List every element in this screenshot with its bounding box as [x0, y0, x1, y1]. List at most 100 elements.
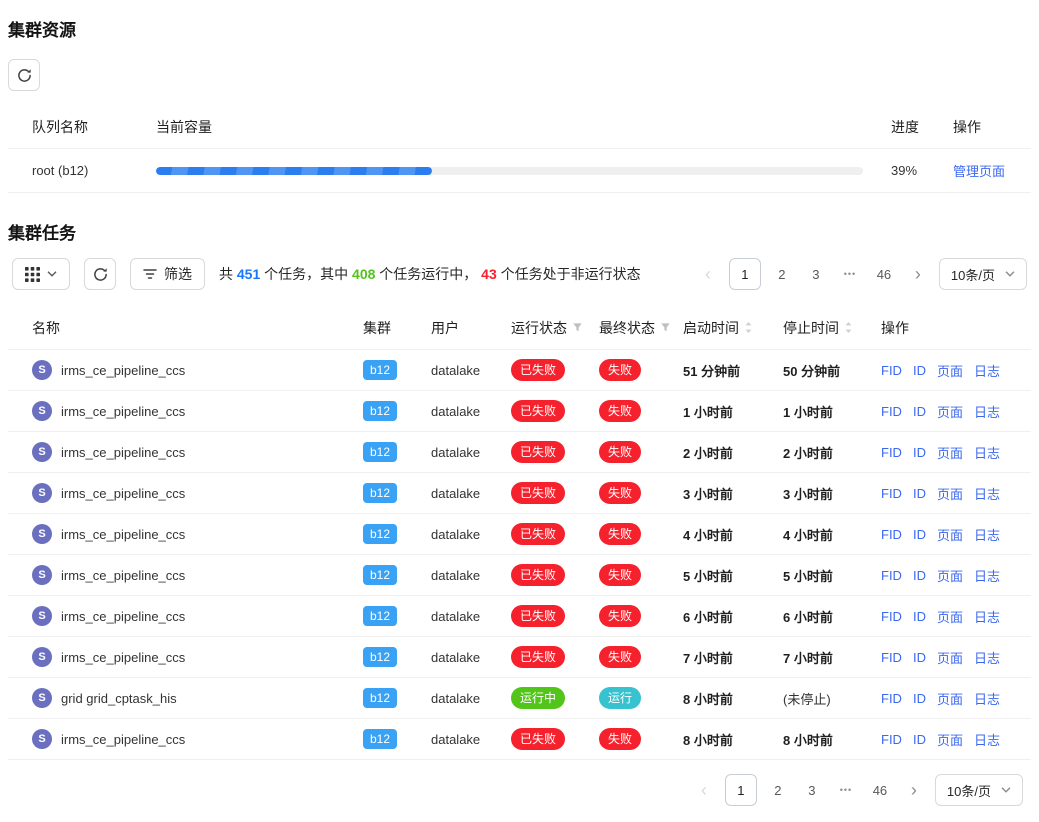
column-label: 操作 — [881, 318, 909, 338]
action-fid-link[interactable]: FID — [881, 568, 902, 583]
table-row: S irms_ce_pipeline_ccs b12 datalake 已失败 … — [8, 432, 1031, 473]
action-page-link[interactable]: 页面 — [937, 525, 963, 544]
action-log-link[interactable]: 日志 — [974, 730, 1000, 749]
action-page-link[interactable]: 页面 — [937, 402, 963, 421]
action-id-link[interactable]: ID — [913, 650, 926, 665]
page-next-icon[interactable]: › — [905, 259, 931, 289]
action-fid-link[interactable]: FID — [881, 445, 902, 460]
action-log-link[interactable]: 日志 — [974, 689, 1000, 708]
action-log-link[interactable]: 日志 — [974, 566, 1000, 585]
stop-time: (未停止) — [783, 689, 881, 708]
user-cell: datalake — [431, 527, 511, 542]
action-fid-link[interactable]: FID — [881, 691, 902, 706]
filter-funnel-icon[interactable] — [660, 322, 671, 333]
page-item-46[interactable]: 46 — [867, 775, 893, 805]
page-item-1[interactable]: 1 — [725, 774, 757, 806]
page-item-2[interactable]: 2 — [765, 775, 791, 805]
final-status-badge: 失败 — [599, 359, 641, 381]
page-item-46[interactable]: 46 — [871, 259, 897, 289]
page-size-select[interactable]: 10条/页 — [939, 258, 1027, 290]
column-settings-button[interactable] — [12, 258, 70, 290]
final-status-badge: 失败 — [599, 400, 641, 422]
filter-funnel-icon[interactable] — [572, 322, 583, 333]
action-id-link[interactable]: ID — [913, 363, 926, 378]
progress-bar — [156, 167, 863, 175]
action-id-link[interactable]: ID — [913, 732, 926, 747]
cluster-tag: b12 — [363, 647, 397, 667]
tasks-table: 名称 集群 用户 运行状态 最终状态 启动时间 停止时间 操作 S — [8, 306, 1031, 760]
refresh-tasks-button[interactable] — [84, 258, 116, 290]
action-page-link[interactable]: 页面 — [937, 730, 963, 749]
action-page-link[interactable]: 页面 — [937, 689, 963, 708]
task-table-body: S irms_ce_pipeline_ccs b12 datalake 已失败 … — [8, 350, 1031, 760]
action-log-link[interactable]: 日志 — [974, 607, 1000, 626]
action-log-link[interactable]: 日志 — [974, 525, 1000, 544]
running-count: 408 — [352, 266, 375, 282]
action-id-link[interactable]: ID — [913, 486, 926, 501]
start-time: 51 分钟前 — [683, 361, 783, 380]
action-page-link[interactable]: 页面 — [937, 361, 963, 380]
action-id-link[interactable]: ID — [913, 527, 926, 542]
filter-button[interactable]: 筛选 — [130, 258, 205, 290]
action-fid-link[interactable]: FID — [881, 609, 902, 624]
action-page-link[interactable]: 页面 — [937, 484, 963, 503]
stop-time: 7 小时前 — [783, 648, 881, 667]
action-id-link[interactable]: ID — [913, 568, 926, 583]
table-row: S irms_ce_pipeline_ccs b12 datalake 已失败 … — [8, 391, 1031, 432]
cluster-tasks-title: 集群任务 — [8, 219, 1031, 244]
page-item-3[interactable]: 3 — [803, 259, 829, 289]
row-actions: FID ID 页面日志 — [881, 484, 1015, 503]
action-log-link[interactable]: 日志 — [974, 361, 1000, 380]
page-next-icon[interactable]: › — [901, 775, 927, 805]
action-log-link[interactable]: 日志 — [974, 402, 1000, 421]
action-fid-link[interactable]: FID — [881, 732, 902, 747]
cluster-tag: b12 — [363, 442, 397, 462]
start-time: 2 小时前 — [683, 443, 783, 462]
cluster-tag: b12 — [363, 524, 397, 544]
cluster-tag: b12 — [363, 401, 397, 421]
refresh-resources-button[interactable] — [8, 59, 40, 91]
page-item-2[interactable]: 2 — [769, 259, 795, 289]
cluster-resources-title: 集群资源 — [8, 16, 1031, 41]
table-row: S irms_ce_pipeline_ccs b12 datalake 已失败 … — [8, 719, 1031, 760]
action-fid-link[interactable]: FID — [881, 486, 902, 501]
sorter-icon[interactable] — [844, 321, 853, 334]
column-stop-time[interactable]: 停止时间 — [783, 318, 881, 338]
stop-time: 5 小时前 — [783, 566, 881, 585]
action-page-link[interactable]: 页面 — [937, 648, 963, 667]
action-page-link[interactable]: 页面 — [937, 566, 963, 585]
action-id-link[interactable]: ID — [913, 609, 926, 624]
page-prev-icon[interactable]: ‹ — [695, 259, 721, 289]
action-log-link[interactable]: 日志 — [974, 443, 1000, 462]
cluster-tag: b12 — [363, 360, 397, 380]
action-fid-link[interactable]: FID — [881, 650, 902, 665]
spark-avatar-icon: S — [32, 483, 52, 503]
page-size-select[interactable]: 10条/页 — [935, 774, 1023, 806]
action-fid-link[interactable]: FID — [881, 527, 902, 542]
action-id-link[interactable]: ID — [913, 404, 926, 419]
page-item-3[interactable]: 3 — [799, 775, 825, 805]
action-page-link[interactable]: 页面 — [937, 443, 963, 462]
column-label: 启动时间 — [683, 318, 739, 338]
page-prev-icon[interactable]: ‹ — [691, 775, 717, 805]
page-item-1[interactable]: 1 — [729, 258, 761, 290]
resources-table-header: 队列名称 当前容量 进度 操作 — [8, 105, 1031, 149]
action-page-link[interactable]: 页面 — [937, 607, 963, 626]
task-name: irms_ce_pipeline_ccs — [61, 732, 185, 747]
action-log-link[interactable]: 日志 — [974, 484, 1000, 503]
column-label: 最终状态 — [599, 318, 655, 338]
action-log-link[interactable]: 日志 — [974, 648, 1000, 667]
action-id-link[interactable]: ID — [913, 445, 926, 460]
task-name: irms_ce_pipeline_ccs — [61, 568, 185, 583]
action-id-link[interactable]: ID — [913, 691, 926, 706]
action-fid-link[interactable]: FID — [881, 404, 902, 419]
start-time: 3 小时前 — [683, 484, 783, 503]
column-start-time[interactable]: 启动时间 — [683, 318, 783, 338]
manage-page-link[interactable]: 管理页面 — [953, 164, 1005, 179]
page-ellipsis[interactable]: ••• — [837, 259, 863, 289]
sorter-icon[interactable] — [744, 321, 753, 334]
action-fid-link[interactable]: FID — [881, 363, 902, 378]
user-cell: datalake — [431, 691, 511, 706]
cluster-tag: b12 — [363, 688, 397, 708]
page-ellipsis[interactable]: ••• — [833, 775, 859, 805]
